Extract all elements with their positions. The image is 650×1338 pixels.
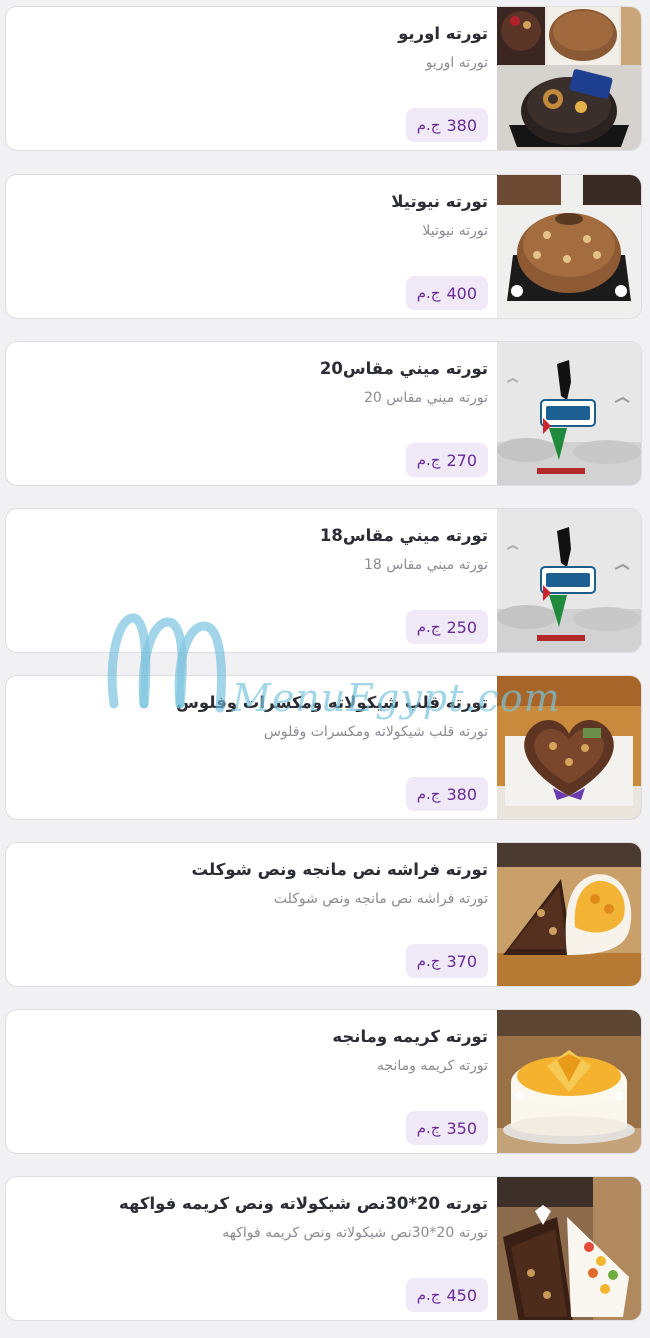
menu-item-info: تورته نيوتيلا تورته نيوتيلا 400 ج.م — [18, 175, 488, 318]
item-description: تورته 20*30نص شيكولاته ونص كريمه فواكهه — [222, 1225, 488, 1241]
price-value: 370 — [446, 951, 477, 971]
price-badge: 400 ج.م — [405, 276, 488, 310]
price-badge: 380 ج.م — [405, 777, 488, 811]
item-name: تورته اوريو — [398, 24, 488, 43]
currency-label: ج.م — [416, 284, 441, 302]
fruit-cake-image[interactable] — [497, 1177, 641, 1320]
price-badge: 380 ج.م — [405, 108, 488, 142]
menu-item-card[interactable]: تورته نيوتيلا تورته نيوتيلا 400 ج.م — [5, 174, 642, 319]
item-description: تورته ميني مقاس 20 — [363, 390, 488, 406]
oreo-cake-image[interactable] — [497, 7, 641, 150]
nutella-cake-image[interactable] — [497, 175, 641, 318]
price-value: 380 — [446, 115, 477, 135]
currency-label: ج.م — [416, 451, 441, 469]
menu-item-card[interactable]: تورته ميني مقاس20 تورته ميني مقاس 20 270… — [5, 341, 642, 486]
currency-label: ج.م — [416, 1119, 441, 1137]
price-value: 250 — [446, 617, 477, 637]
menu-item-card[interactable]: تورته اوريو تورته اوريو 380 ج.م — [5, 6, 642, 151]
item-name: تورته فراشه نص مانجه ونص شوكلت — [191, 860, 488, 879]
currency-label: ج.م — [416, 618, 441, 636]
item-name: تورته نيوتيلا — [391, 192, 488, 211]
menu-item-card[interactable]: تورته فراشه نص مانجه ونص شوكلت تورته فرا… — [5, 842, 642, 987]
menu-item-info: تورته ميني مقاس20 تورته ميني مقاس 20 270… — [18, 342, 488, 485]
price-badge: 370 ج.م — [405, 944, 488, 978]
item-description: تورته اوريو — [425, 55, 488, 71]
price-badge: 250 ج.م — [405, 610, 488, 644]
currency-label: ج.م — [416, 1286, 441, 1304]
price-badge: 350 ج.م — [405, 1111, 488, 1145]
palestine-cake-image[interactable] — [497, 509, 641, 652]
price-value: 350 — [446, 1118, 477, 1138]
item-description: تورته فراشه نص مانجه ونص شوكلت — [273, 891, 488, 907]
mango-cake-image[interactable] — [497, 1010, 641, 1153]
price-badge: 450 ج.م — [405, 1278, 488, 1312]
menu-item-card[interactable]: تورته 20*30نص شيكولاته ونص كريمه فواكهه … — [5, 1176, 642, 1321]
menu-item-card[interactable]: تورته ميني مقاس18 تورته ميني مقاس 18 250… — [5, 508, 642, 653]
price-value: 400 — [446, 283, 477, 303]
butterfly-cake-image[interactable] — [497, 843, 641, 986]
price-value: 380 — [446, 784, 477, 804]
menu-item-info: تورته فراشه نص مانجه ونص شوكلت تورته فرا… — [18, 843, 488, 986]
menu-item-info: تورته كريمه ومانجه تورته كريمه ومانجه 35… — [18, 1010, 488, 1153]
palestine-cake-image[interactable] — [497, 342, 641, 485]
item-description: تورته قلب شيكولاته ومكسرات وفلوس — [263, 724, 488, 740]
currency-label: ج.م — [416, 952, 441, 970]
price-value: 270 — [446, 450, 477, 470]
menu-item-info: تورته ميني مقاس18 تورته ميني مقاس 18 250… — [18, 509, 488, 652]
watermark-text: MenuEgypt.com — [232, 676, 561, 720]
item-name: تورته 20*30نص شيكولاته ونص كريمه فواكهه — [118, 1194, 488, 1213]
item-description: تورته نيوتيلا — [422, 223, 488, 239]
item-name: تورته ميني مقاس18 — [319, 526, 488, 545]
currency-label: ج.م — [416, 116, 441, 134]
menu-item-card[interactable]: تورته كريمه ومانجه تورته كريمه ومانجه 35… — [5, 1009, 642, 1154]
price-value: 450 — [446, 1285, 477, 1305]
currency-label: ج.م — [416, 785, 441, 803]
menu-item-info: تورته اوريو تورته اوريو 380 ج.م — [18, 7, 488, 150]
price-badge: 270 ج.م — [405, 443, 488, 477]
menu-item-info: تورته 20*30نص شيكولاته ونص كريمه فواكهه … — [18, 1177, 488, 1320]
item-name: تورته كريمه ومانجه — [332, 1027, 488, 1046]
item-description: تورته ميني مقاس 18 — [363, 557, 488, 573]
item-name: تورته ميني مقاس20 — [319, 359, 488, 378]
item-description: تورته كريمه ومانجه — [376, 1058, 488, 1074]
